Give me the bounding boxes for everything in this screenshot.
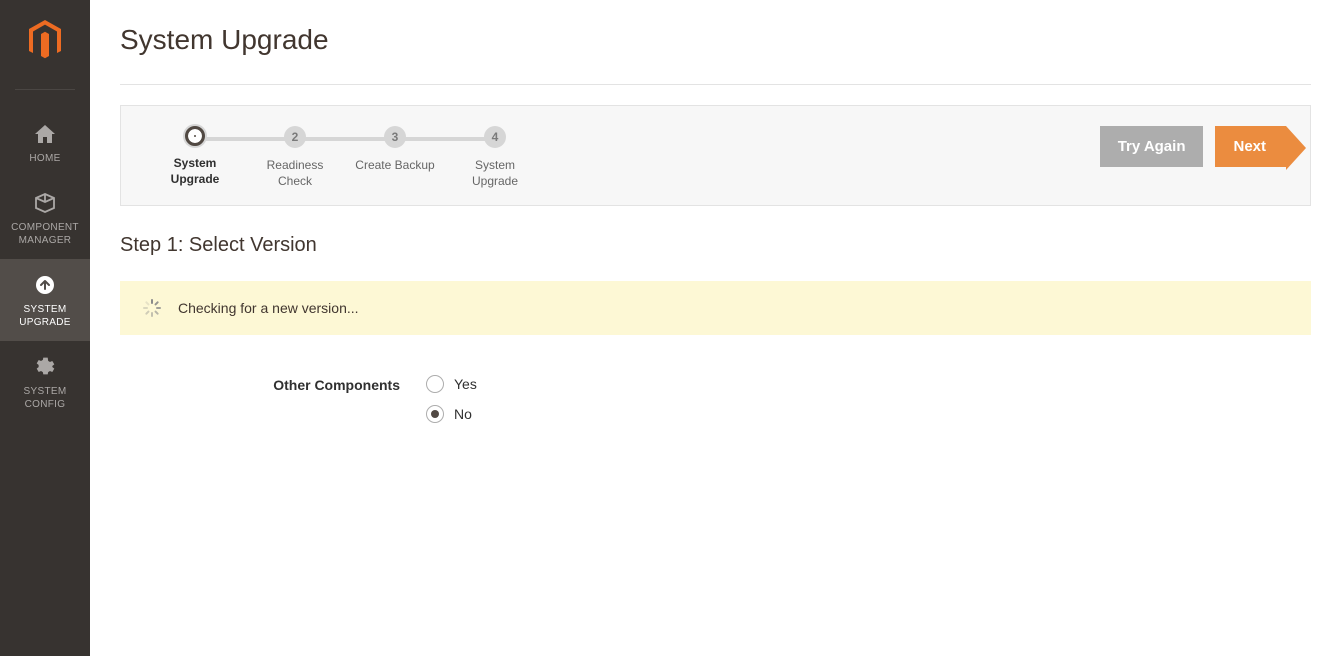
sidebar-divider bbox=[15, 89, 75, 90]
wizard-bar: System Upgrade 2 Readiness Check 3 Creat… bbox=[120, 105, 1311, 206]
step-label: System Upgrade bbox=[472, 158, 518, 189]
wizard-step-2: 2 Readiness Check bbox=[245, 126, 345, 189]
sidebar-item-label: SYSTEM CONFIG bbox=[24, 385, 67, 411]
magento-logo bbox=[25, 18, 65, 67]
loading-notice: Checking for a new version... bbox=[120, 281, 1311, 335]
page-divider bbox=[120, 84, 1311, 85]
sidebar-item-home[interactable]: HOME bbox=[0, 108, 90, 177]
sidebar-item-label: SYSTEM UPGRADE bbox=[19, 303, 71, 329]
gear-icon bbox=[35, 353, 55, 381]
sidebar-item-system-upgrade[interactable]: SYSTEM UPGRADE bbox=[0, 259, 90, 341]
sidebar-item-label: COMPONENT MANAGER bbox=[11, 221, 79, 247]
step-circle: 4 bbox=[484, 126, 506, 148]
step-heading: Step 1: Select Version bbox=[120, 234, 1311, 257]
step-circle bbox=[185, 126, 205, 146]
wizard-actions: Try Again Next bbox=[1100, 126, 1286, 167]
wizard-step-3: 3 Create Backup bbox=[345, 126, 445, 174]
step-label: Readiness Check bbox=[267, 158, 324, 189]
radio-label: Yes bbox=[454, 376, 477, 392]
spinner-icon bbox=[142, 299, 160, 317]
radio-label: No bbox=[454, 406, 472, 422]
step-circle: 2 bbox=[284, 126, 306, 148]
page-title: System Upgrade bbox=[120, 24, 1311, 56]
box-icon bbox=[34, 189, 56, 217]
home-icon bbox=[34, 120, 56, 148]
radio-icon bbox=[426, 375, 444, 393]
other-components-label: Other Components bbox=[120, 375, 400, 393]
other-components-radio-group: Yes No bbox=[426, 375, 477, 423]
radio-icon bbox=[426, 405, 444, 423]
wizard-step-1: System Upgrade bbox=[145, 126, 245, 187]
next-button[interactable]: Next bbox=[1215, 126, 1286, 167]
wizard-step-4: 4 System Upgrade bbox=[445, 126, 545, 189]
radio-option-yes[interactable]: Yes bbox=[426, 375, 477, 393]
main-content: System Upgrade System Upgrade 2 Readines… bbox=[90, 0, 1339, 656]
upgrade-icon bbox=[35, 271, 55, 299]
sidebar-item-system-config[interactable]: SYSTEM CONFIG bbox=[0, 341, 90, 423]
sidebar-item-label: HOME bbox=[29, 152, 60, 165]
step-label: Create Backup bbox=[355, 158, 434, 174]
sidebar-item-component-manager[interactable]: COMPONENT MANAGER bbox=[0, 177, 90, 259]
try-again-button[interactable]: Try Again bbox=[1100, 126, 1204, 167]
sidebar: HOME COMPONENT MANAGER SYSTEM UPGRADE SY… bbox=[0, 0, 90, 656]
step-label: System Upgrade bbox=[171, 156, 220, 187]
other-components-row: Other Components Yes No bbox=[120, 375, 1311, 423]
step-circle: 3 bbox=[384, 126, 406, 148]
radio-option-no[interactable]: No bbox=[426, 405, 477, 423]
notice-text: Checking for a new version... bbox=[178, 300, 359, 316]
wizard-steps: System Upgrade 2 Readiness Check 3 Creat… bbox=[145, 126, 545, 189]
